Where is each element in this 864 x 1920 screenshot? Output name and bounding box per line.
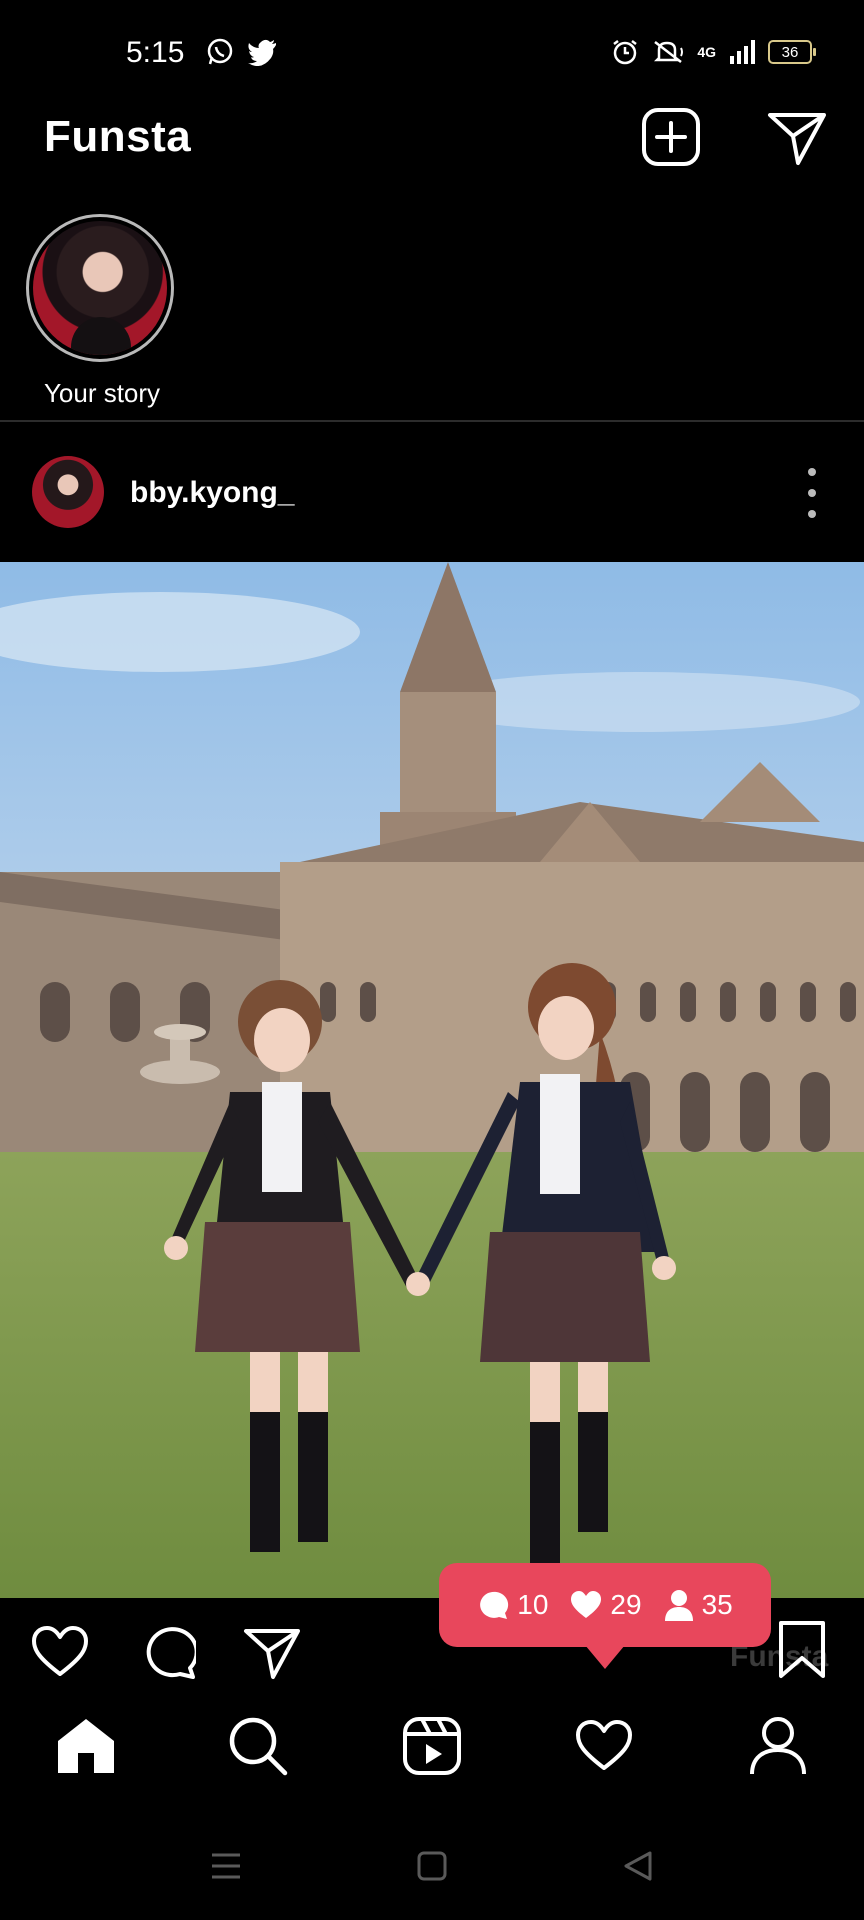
- nav-home[interactable]: [46, 1706, 126, 1786]
- reels-icon: [403, 1717, 461, 1775]
- back-icon: [624, 1851, 652, 1881]
- status-left-icons: [206, 38, 278, 66]
- system-menu-button[interactable]: [196, 1836, 256, 1896]
- like-count-value: 29: [610, 1589, 642, 1620]
- activity-notification-bubble[interactable]: 10 29 35: [439, 1563, 771, 1669]
- like-count: 29: [570, 1589, 642, 1621]
- nav-profile[interactable]: [738, 1706, 818, 1786]
- battery-level: 36: [781, 43, 799, 61]
- direct-message-button[interactable]: [766, 108, 828, 170]
- menu-icon: [212, 1853, 240, 1879]
- comment-icon: [146, 1627, 196, 1679]
- heart-filled-icon: [571, 1591, 602, 1618]
- post-more-button[interactable]: [794, 468, 830, 518]
- app-title: Funsta: [44, 112, 192, 161]
- nav-activity[interactable]: [564, 1706, 644, 1786]
- signal-icon: [730, 40, 755, 64]
- comment-button[interactable]: [138, 1622, 198, 1682]
- your-story-avatar[interactable]: [26, 214, 174, 362]
- alarm-icon: [613, 40, 638, 65]
- more-icon-dot: [808, 510, 816, 518]
- share-button[interactable]: [242, 1624, 302, 1684]
- direct-message-icon: [768, 113, 826, 165]
- home-button-icon: [417, 1851, 447, 1881]
- system-home-button[interactable]: [402, 1836, 462, 1896]
- divider: [0, 420, 864, 422]
- search-icon: [229, 1717, 288, 1776]
- post-photo-illustration: [0, 562, 864, 1598]
- home-icon: [58, 1719, 114, 1773]
- twitter-icon: [248, 39, 276, 66]
- nav-reels[interactable]: [392, 1706, 472, 1786]
- more-icon-dot: [808, 489, 816, 497]
- profile-icon: [750, 1717, 806, 1775]
- share-icon: [244, 1629, 300, 1679]
- like-icon: [32, 1626, 88, 1676]
- post-author-avatar[interactable]: [32, 456, 104, 528]
- bookmark-button[interactable]: [772, 1620, 832, 1680]
- status-time: 5:15: [126, 36, 185, 69]
- like-button[interactable]: [30, 1622, 90, 1682]
- status-right-icons: 4G 36: [611, 38, 816, 66]
- comment-count: 10: [477, 1589, 548, 1621]
- post-image[interactable]: [0, 562, 864, 1598]
- network-label: 4G: [697, 44, 716, 60]
- follower-count-value: 35: [701, 1589, 733, 1620]
- nav-search[interactable]: [218, 1706, 298, 1786]
- add-post-icon: [642, 108, 700, 166]
- follower-count: 35: [664, 1589, 733, 1621]
- comment-filled-icon: [480, 1591, 509, 1619]
- person-filled-icon: [664, 1590, 693, 1621]
- system-back-button[interactable]: [608, 1836, 668, 1896]
- bookmark-icon: [779, 1621, 825, 1678]
- activity-icon: [576, 1720, 632, 1770]
- avatar: [33, 221, 167, 355]
- mute-icon: [654, 41, 684, 63]
- post-username[interactable]: bby.kyong_: [130, 476, 294, 510]
- more-icon-dot: [808, 468, 816, 476]
- add-post-button[interactable]: [640, 106, 702, 168]
- story-label: Your story: [43, 378, 161, 408]
- battery-icon: 36: [768, 40, 816, 64]
- whatsapp-icon: [207, 38, 233, 65]
- comment-count-value: 10: [517, 1589, 549, 1620]
